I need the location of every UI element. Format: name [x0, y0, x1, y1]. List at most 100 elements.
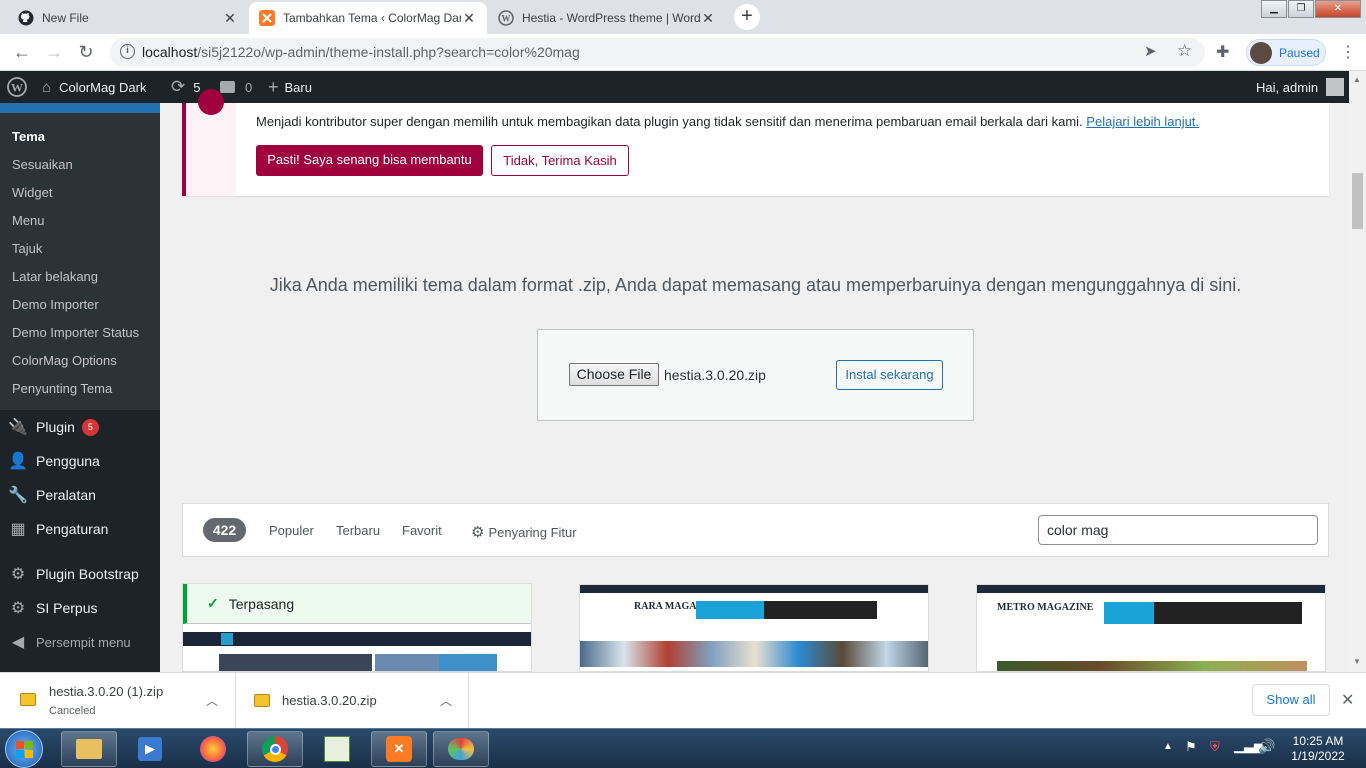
system-clock[interactable]: 10:25 AM 1/19/2022 [1282, 734, 1354, 764]
taskbar-paint[interactable] [433, 731, 489, 767]
greeting: Hai, admin [1256, 79, 1319, 95]
security-alert-icon[interactable]: ⛨ [1210, 739, 1220, 755]
reload-icon[interactable]: ↻ [74, 40, 98, 64]
comments-link[interactable]: 0 [220, 71, 252, 103]
install-now-button[interactable]: Instal sekarang [836, 360, 943, 390]
taskbar-firefox[interactable] [185, 731, 241, 767]
menu-kebab-icon[interactable]: ⋮ [1340, 42, 1356, 62]
theme-search-input[interactable] [1038, 515, 1318, 545]
collapse-menu-button[interactable]: ◀ Persempit menu [0, 625, 160, 659]
submenu-sesuaikan[interactable]: Sesuaikan [12, 157, 73, 172]
action-center-flag-icon[interactable]: ⚑ [1185, 739, 1197, 755]
theme-count-badge: 422 [203, 518, 246, 542]
extensions-icon[interactable]: ✚ [1216, 42, 1229, 62]
bookmark-star-icon[interactable]: ☆ [1177, 41, 1192, 61]
settings-icon: ▦ [10, 521, 26, 538]
xampp-icon [259, 10, 275, 26]
download-item[interactable]: hestia.3.0.20 (1).zip Canceled ︿ [0, 673, 236, 729]
submenu-tajuk[interactable]: Tajuk [12, 241, 42, 256]
site-name: ColorMag Dark [59, 79, 147, 95]
info-icon[interactable]: i [120, 44, 135, 59]
installed-banner: ✓ Terpasang [183, 584, 531, 624]
sidebar-item-label: SI Perpus [36, 600, 98, 616]
volume-icon[interactable]: 🔊 [1258, 738, 1275, 755]
new-tab-button[interactable]: + [734, 4, 760, 30]
tab-tambahkan-tema[interactable]: Tambahkan Tema ‹ ColorMag Dark ✕ [249, 2, 487, 34]
taskbar-app[interactable] [309, 731, 365, 767]
theme-card-rara-magazine[interactable]: RARA MAGAZINE [579, 584, 929, 672]
sidebar-item-si-perpus[interactable]: ⚙ SI Perpus [0, 591, 160, 625]
chevron-up-icon[interactable]: ︿ [206, 692, 218, 709]
network-diagram-icon [324, 736, 350, 762]
taskbar-media-player[interactable]: ▶ [122, 731, 178, 767]
start-button[interactable] [5, 730, 43, 768]
filter-terbaru[interactable]: Terbaru [336, 523, 380, 538]
feature-filter-button[interactable]: ⚙ Penyaring Fitur [471, 523, 577, 541]
learn-more-link[interactable]: Pelajari lebih lanjut. [1086, 114, 1199, 129]
filter-populer[interactable]: Populer [269, 523, 314, 538]
show-all-button[interactable]: Show all [1252, 684, 1330, 716]
close-icon[interactable]: ✕ [700, 10, 716, 27]
downloads-bar: hestia.3.0.20 (1).zip Canceled ︿ hestia.… [0, 672, 1366, 729]
close-icon[interactable]: ✕ [1341, 690, 1354, 710]
sidebar-item-label: Pengguna [36, 453, 100, 469]
sidebar-item-plugin-bootstrap[interactable]: ⚙ Plugin Bootstrap [0, 557, 160, 591]
page-scrollbar[interactable]: ▲ ▼ [1349, 71, 1366, 672]
new-content-link[interactable]: + Baru [268, 71, 312, 103]
decline-tracking-button[interactable]: Tidak, Terima Kasih [491, 145, 629, 176]
taskbar-chrome[interactable] [247, 731, 303, 767]
download-item[interactable]: hestia.3.0.20.zip ︿ [236, 673, 469, 729]
tab-title: Tambahkan Tema ‹ ColorMag Dark [283, 11, 461, 25]
show-hidden-icons[interactable]: ▲ [1163, 741, 1173, 752]
filter-favorit[interactable]: Favorit [402, 523, 442, 538]
submenu-menu[interactable]: Menu [12, 213, 45, 228]
theme-card-colormag[interactable]: ✓ Terpasang [182, 583, 532, 672]
zip-file-icon [254, 694, 270, 707]
send-icon[interactable]: ➤ [1144, 42, 1157, 60]
installed-label: Terpasang [228, 595, 295, 612]
my-account-link[interactable]: Hai, admin [1256, 71, 1345, 103]
scroll-up-icon[interactable]: ▲ [1353, 75, 1361, 84]
download-status: Canceled [49, 705, 96, 717]
sidebar-item-pengguna[interactable]: 👤 Pengguna [0, 444, 160, 478]
sidebar-item-peralatan[interactable]: 🔧 Peralatan [0, 478, 160, 512]
updates-link[interactable]: ⟳ 5 [171, 71, 200, 103]
clock-date: 1/19/2022 [1291, 749, 1345, 763]
submenu-colormag-options[interactable]: ColorMag Options [12, 353, 117, 368]
wp-logo[interactable]: W [7, 71, 27, 103]
gear-icon: ⚙ [10, 566, 26, 583]
sidebar-item-pengaturan[interactable]: ▦ Pengaturan [0, 512, 160, 546]
chevron-up-icon[interactable]: ︿ [440, 692, 452, 709]
tab-hestia[interactable]: W Hestia - WordPress theme | Word ✕ [488, 2, 726, 34]
sidebar-item-plugin[interactable]: 🔌 Plugin 5 [0, 410, 160, 444]
maximize-button[interactable]: ❐ [1288, 0, 1314, 18]
scrollbar-thumb[interactable] [1352, 173, 1363, 229]
wordpress-icon: W [7, 77, 27, 97]
submenu-demo-importer-status[interactable]: Demo Importer Status [12, 325, 139, 340]
profile-button[interactable]: Paused [1246, 39, 1326, 66]
back-icon[interactable]: ← [10, 40, 34, 64]
close-icon[interactable]: ✕ [461, 10, 477, 27]
submenu-tema[interactable]: Tema [12, 129, 45, 144]
close-icon[interactable]: ✕ [222, 10, 238, 27]
taskbar-xampp[interactable]: ✕ [371, 731, 427, 767]
submenu-latar-belakang[interactable]: Latar belakang [12, 269, 98, 284]
feature-filter-label: Penyaring Fitur [488, 525, 577, 540]
close-window-button[interactable]: ✕ [1315, 0, 1361, 18]
address-bar[interactable]: i localhost/si5j2122o/wp-admin/theme-ins… [110, 38, 1205, 67]
sidebar-item-label: Peralatan [36, 487, 96, 503]
theme-preview-image [375, 654, 439, 671]
forward-icon[interactable]: → [42, 40, 66, 64]
minimize-button[interactable]: ▁ [1261, 0, 1287, 18]
submenu-penyunting-tema[interactable]: Penyunting Tema [12, 381, 112, 396]
choose-file-button[interactable]: Choose File [569, 363, 659, 386]
theme-card-metro-magazine[interactable]: METRO MAGAZINE [976, 584, 1326, 672]
submenu-demo-importer[interactable]: Demo Importer [12, 297, 99, 312]
tab-new-file[interactable]: New File ✕ [8, 2, 248, 34]
allow-tracking-button[interactable]: Pasti! Saya senang bisa membantu [256, 145, 483, 176]
submenu-widget[interactable]: Widget [12, 185, 52, 200]
site-name-link[interactable]: ⌂ ColorMag Dark [42, 71, 146, 103]
scroll-down-icon[interactable]: ▼ [1353, 657, 1361, 666]
url-text: localhost/si5j2122o/wp-admin/theme-insta… [142, 44, 580, 60]
taskbar-explorer[interactable] [61, 731, 117, 767]
